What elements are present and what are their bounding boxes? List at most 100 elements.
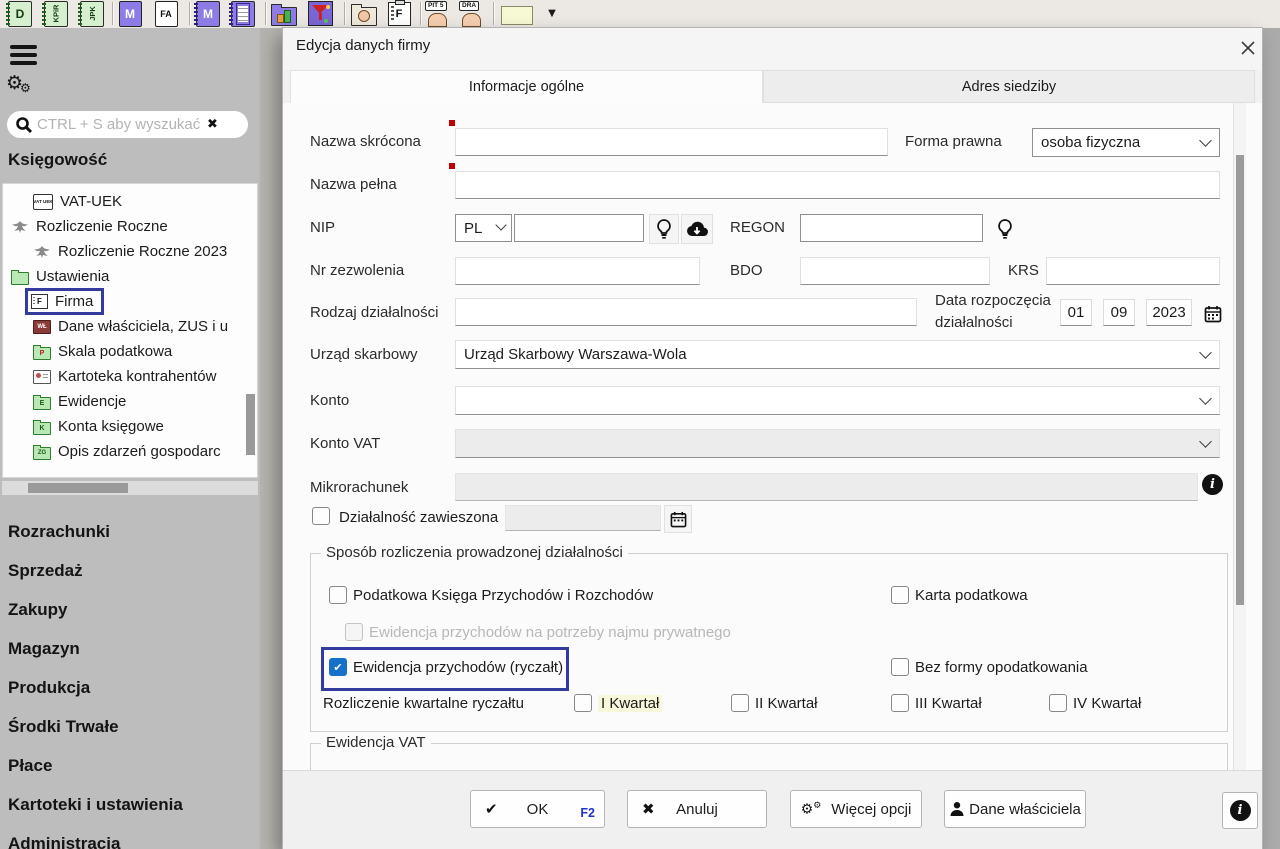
karta-podatkowa-checkbox[interactable] xyxy=(891,586,909,604)
regon-label: REGON xyxy=(730,219,785,236)
tree-horizontal-scrollbar-thumb[interactable] xyxy=(28,483,128,493)
sidebar-item-kartoteka-kontrahentow[interactable]: Kartoteka kontrahentów xyxy=(3,364,257,389)
sidebar-section-administracja[interactable]: Administracja xyxy=(8,824,183,849)
nazwa-pelna-input[interactable] xyxy=(455,171,1220,199)
toolbar-folder-person-button[interactable] xyxy=(350,1,378,26)
ok-button[interactable]: ✔ OK F2 xyxy=(470,790,605,828)
krs-input[interactable] xyxy=(1046,257,1220,285)
toolbar-notebook-d-button[interactable]: D xyxy=(6,1,34,26)
konto-select[interactable] xyxy=(455,386,1220,415)
dialog-scrollbar-thumb[interactable] xyxy=(1236,155,1244,605)
toolbar-notebook-jpk-button[interactable]: JPK xyxy=(78,1,106,26)
tree-vertical-scrollbar[interactable] xyxy=(246,394,255,455)
dzialalnosc-zawieszona-checkbox[interactable] xyxy=(312,507,330,525)
toolbar-filter-button[interactable] xyxy=(306,1,334,26)
firma-icon: F xyxy=(31,294,48,309)
nazwa-skrocona-input[interactable] xyxy=(455,128,888,156)
dialog-titlebar: Edycja danych firmy xyxy=(283,28,1262,70)
toolbar-pit5-button[interactable]: PIT 5 xyxy=(423,1,451,26)
mikrorachunek-input[interactable] xyxy=(455,473,1198,501)
sidebar-item-rozliczenie-roczne[interactable]: Rozliczenie Roczne xyxy=(3,214,257,239)
sidebar-item-firma[interactable]: F Firma xyxy=(3,289,257,314)
kpir-checkbox[interactable] xyxy=(329,586,347,604)
sidebar-item-konta-ksiegowe[interactable]: K Konta księgowe xyxy=(3,414,257,439)
sidebar-item-vat-uek[interactable]: VAT UEK VAT-UEK xyxy=(3,189,257,214)
toolbar-notebook-m-button[interactable]: M xyxy=(194,1,222,26)
tab-adres-siedziby[interactable]: Adres siedziby xyxy=(763,70,1255,103)
mikrorachunek-info-icon[interactable]: i xyxy=(1202,474,1223,495)
sidebar-item-ewidencje[interactable]: E Ewidencje xyxy=(3,389,257,414)
hamburger-menu-button[interactable] xyxy=(10,45,37,65)
nr-zezwolenia-input[interactable] xyxy=(455,257,700,285)
more-options-button[interactable]: ⚙⚙ Więcej opcji xyxy=(790,790,922,828)
nip-input[interactable] xyxy=(514,214,644,242)
date-day-input[interactable]: 01 xyxy=(1060,299,1092,326)
rodzaj-dzialalnosci-label: Rodzaj działalności xyxy=(310,304,438,321)
toolbar-folder-chart-button[interactable] xyxy=(270,1,298,26)
help-info-button[interactable]: i xyxy=(1222,792,1258,829)
sidebar-section-zakupy[interactable]: Zakupy xyxy=(8,590,183,629)
forma-prawna-select[interactable]: osoba fizyczna xyxy=(1032,128,1220,157)
q3-checkbox[interactable] xyxy=(891,694,909,712)
zawieszona-date-input[interactable] xyxy=(505,505,661,531)
x-icon: ✖ xyxy=(642,800,655,818)
clipboard-f-icon: F xyxy=(388,2,411,26)
sidebar-item-opis-zdarzen[interactable]: ZG Opis zdarzeń gospodarc xyxy=(3,439,257,464)
date-calendar-button[interactable] xyxy=(1200,299,1226,328)
sidebar-item-skala-podatkowa[interactable]: P Skala podatkowa xyxy=(3,339,257,364)
dialog-scrollbar[interactable] xyxy=(1233,103,1246,770)
group-ewidencja-vat-legend: Ewidencja VAT xyxy=(321,734,431,751)
gear-small-icon: ⚙ xyxy=(20,81,31,95)
q2-checkbox[interactable] xyxy=(731,694,749,712)
sidebar-section-rozrachunki[interactable]: Rozrachunki xyxy=(8,512,183,551)
tab-informacje-ogolne[interactable]: Informacje ogólne xyxy=(290,70,763,103)
tree-horizontal-scrollbar[interactable] xyxy=(2,481,258,495)
sidebar-section-magazyn[interactable]: Magazyn xyxy=(8,629,183,668)
sidebar-section-produkcja[interactable]: Produkcja xyxy=(8,668,183,707)
ryczalt-checkbox[interactable] xyxy=(329,658,347,676)
cancel-button[interactable]: ✖ Anuluj xyxy=(627,790,767,828)
sidebar-section-place[interactable]: Płace xyxy=(8,746,183,785)
dzialalnosc-zawieszona-label: Działalność zawieszona xyxy=(339,509,498,526)
nip-country-select[interactable]: PL xyxy=(455,214,512,242)
sidebar-section-srodki-trwale[interactable]: Środki Trwałe xyxy=(8,707,183,746)
toolbar-clipboard-f-button[interactable]: F xyxy=(385,1,413,26)
zawieszona-calendar-button[interactable] xyxy=(664,505,692,533)
date-year-input[interactable]: 2023 xyxy=(1146,299,1192,326)
toolbar-document-m-button[interactable]: M xyxy=(116,1,144,26)
toolbar-more-dropdown[interactable]: ▼ xyxy=(543,1,561,26)
bez-formy-checkbox[interactable] xyxy=(891,658,909,676)
sidebar-section-kartoteki[interactable]: Kartoteki i ustawienia xyxy=(8,785,183,824)
settings-gears-button[interactable]: ⚙ ⚙ xyxy=(6,72,40,102)
search-input[interactable]: CTRL + S aby wyszukać ✖ xyxy=(7,111,248,138)
search-clear-icon[interactable]: ✖ xyxy=(207,117,218,132)
regon-lookup-button[interactable] xyxy=(990,214,1020,244)
urzad-skarbowy-select[interactable]: Urząd Skarbowy Warszawa-Wola xyxy=(455,340,1220,369)
sidebar-section-sprzedaz[interactable]: Sprzedaż xyxy=(8,551,183,590)
toolbar-notebook-receipt-button[interactable] xyxy=(229,1,257,26)
bdo-input[interactable] xyxy=(800,257,990,285)
sidebar-item-ustawienia[interactable]: Ustawienia xyxy=(3,264,257,289)
document-fa-icon: FA xyxy=(155,1,178,27)
chevron-down-icon xyxy=(495,219,506,230)
sidebar-item-rozliczenie-roczne-2023[interactable]: Rozliczenie Roczne 2023 xyxy=(3,239,257,264)
sidebar-section-ksiegowosc[interactable]: Księgowość xyxy=(8,150,107,170)
nip-lookup-button[interactable] xyxy=(649,214,679,244)
q4-checkbox[interactable] xyxy=(1049,694,1067,712)
toolbar-note-button[interactable] xyxy=(499,1,535,26)
ryczalt-checkbox-label: Ewidencja przychodów (ryczałt) xyxy=(353,659,563,676)
toolbar-separator xyxy=(112,2,114,25)
toolbar-notebook-kpir-button[interactable]: KPiR xyxy=(42,1,70,26)
q1-checkbox[interactable] xyxy=(574,694,592,712)
najem-prywatny-checkbox[interactable] xyxy=(345,623,363,641)
toolbar-document-fa-button[interactable]: FA xyxy=(152,1,180,26)
close-icon[interactable] xyxy=(1236,36,1260,60)
date-month-input[interactable]: 09 xyxy=(1103,299,1135,326)
konto-vat-select[interactable] xyxy=(455,429,1220,458)
owner-data-button[interactable]: Dane właściciela xyxy=(944,790,1086,828)
toolbar-dra-button[interactable]: DRA xyxy=(457,1,485,26)
regon-input[interactable] xyxy=(800,214,983,242)
sidebar-item-dane-wlasciciela[interactable]: WŁ Dane właściciela, ZUS i u xyxy=(3,314,257,339)
rodzaj-dzialalnosci-input[interactable] xyxy=(455,298,917,326)
nip-gus-download-button[interactable] xyxy=(681,214,713,244)
